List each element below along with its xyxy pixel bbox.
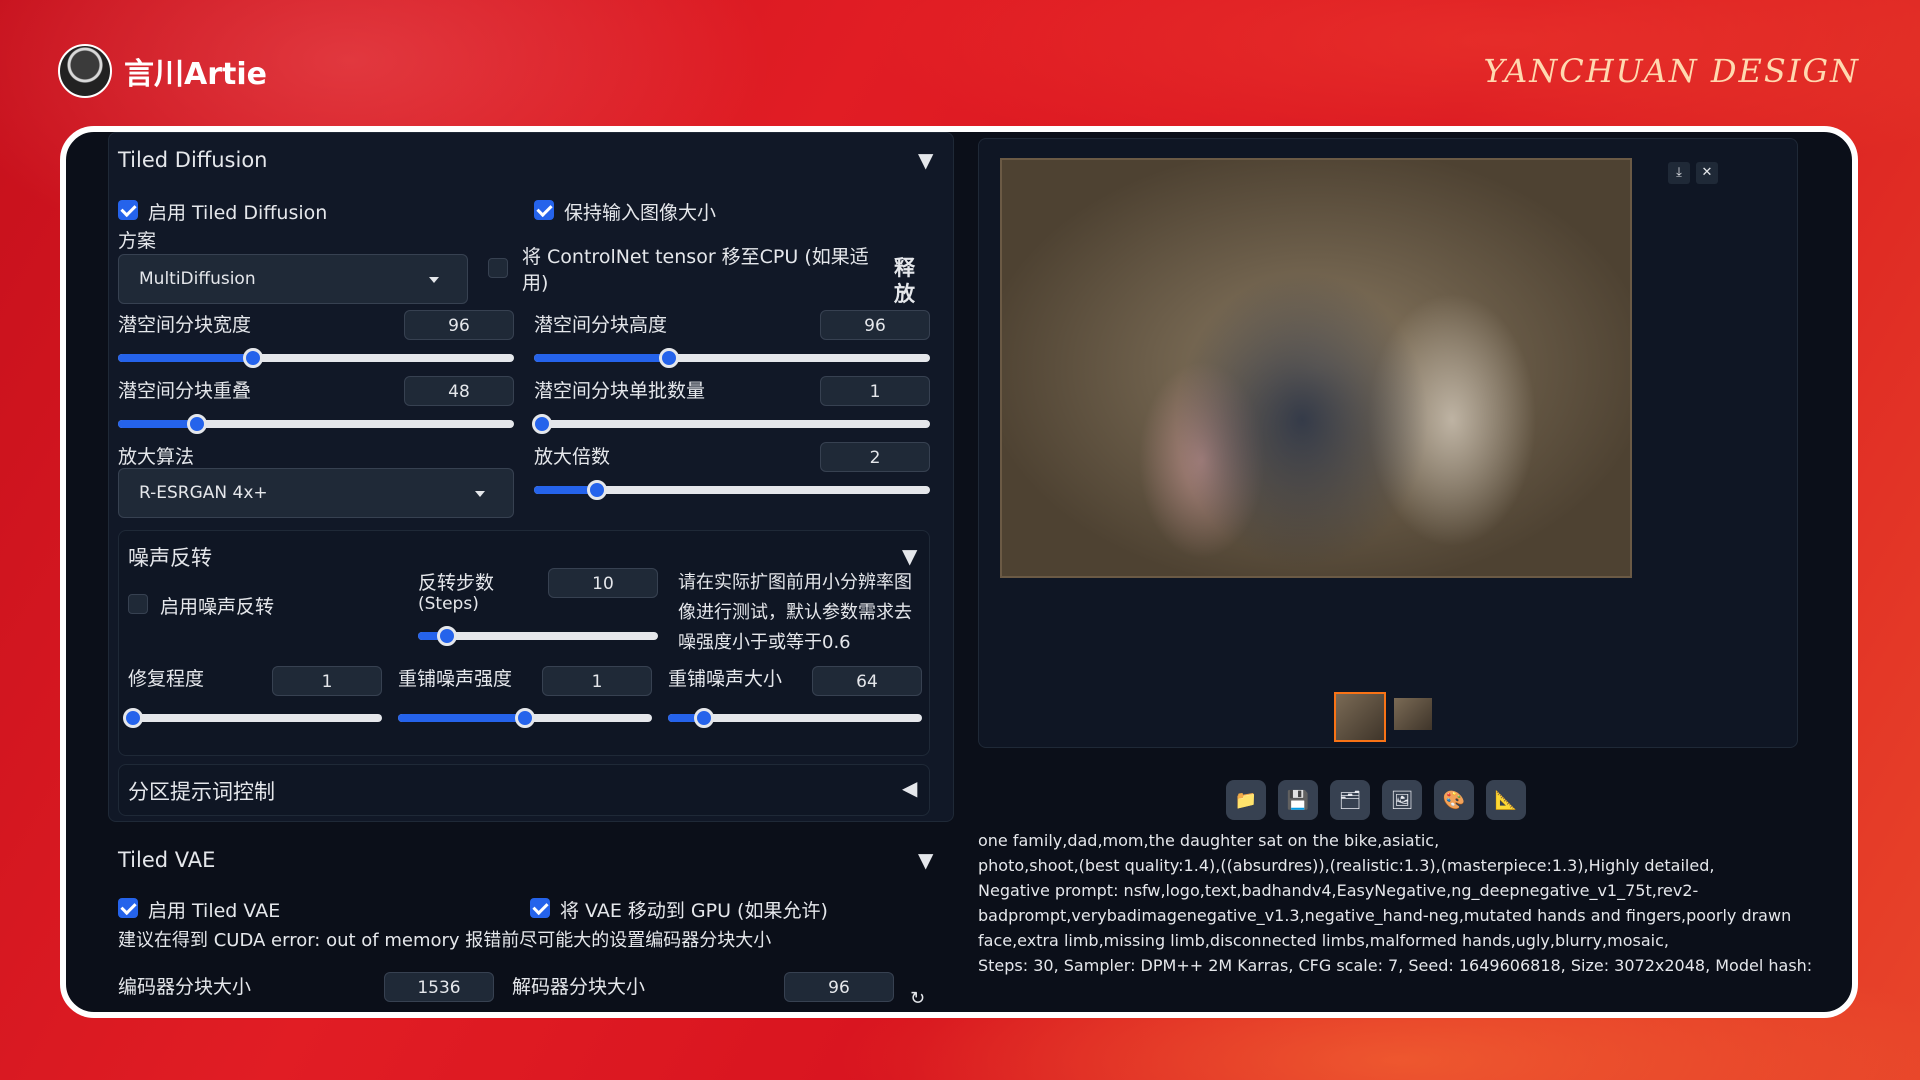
collapse-arrow-icon[interactable]: ▼ bbox=[918, 848, 933, 872]
app-frame: Tiled Diffusion ▼ 启用 Tiled Diffusion 保持输… bbox=[60, 126, 1858, 1018]
upscaler-select[interactable]: R-ESRGAN 4x+ bbox=[118, 468, 514, 518]
tile-height-input[interactable]: 96 bbox=[820, 310, 930, 340]
collapse-arrow-icon[interactable]: ▼ bbox=[902, 544, 917, 568]
move-vae-gpu-label: 将 VAE 移动到 GPU (如果允许) bbox=[560, 900, 828, 922]
keep-input-size-checkbox[interactable] bbox=[534, 200, 554, 220]
gallery-thumbnail-2[interactable] bbox=[1394, 698, 1432, 730]
renoise-size-label: 重铺噪声大小 bbox=[668, 668, 783, 690]
retouch-slider[interactable] bbox=[123, 708, 382, 728]
encoder-size-label: 编码器分块大小 bbox=[118, 976, 252, 998]
renoise-strength-label: 重铺噪声强度 bbox=[398, 668, 513, 690]
palette-icon[interactable]: 🎨 bbox=[1434, 780, 1474, 820]
tile-batch-label: 潜空间分块单批数量 bbox=[534, 380, 706, 402]
generation-info-line: one family,dad,mom,the daughter sat on t… bbox=[978, 831, 1440, 850]
zip-icon[interactable]: 🗂 bbox=[1330, 780, 1370, 820]
retouch-label: 修复程度 bbox=[128, 668, 205, 690]
decoder-size-label: 解码器分块大小 bbox=[512, 976, 646, 998]
output-image[interactable] bbox=[1000, 158, 1632, 578]
renoise-size-input[interactable]: 64 bbox=[812, 666, 922, 696]
generation-info-line: badprompt,verybadimagenegative_v1.3,nega… bbox=[978, 906, 1792, 925]
left-column: Tiled Diffusion ▼ 启用 Tiled Diffusion 保持输… bbox=[108, 132, 960, 1012]
tile-overlap-input[interactable]: 48 bbox=[404, 376, 514, 406]
tile-width-slider[interactable] bbox=[118, 348, 514, 368]
tiled-vae-advice: 建议在得到 CUDA error: out of memory 报错前尽可能大的… bbox=[118, 930, 772, 951]
inversion-steps-slider[interactable] bbox=[418, 626, 658, 646]
save-icon[interactable]: 💾 bbox=[1278, 780, 1318, 820]
release-button-label-2[interactable]: 放 bbox=[894, 278, 915, 308]
inversion-steps-label-line2: (Steps) bbox=[418, 594, 479, 614]
inversion-steps-input[interactable]: 10 bbox=[548, 568, 658, 598]
generation-info: one family,dad,mom,the daughter sat on t… bbox=[978, 828, 1813, 978]
chevron-down-icon bbox=[475, 491, 485, 497]
encoder-size-input[interactable]: 1536 bbox=[384, 972, 494, 1002]
generation-info-line: Steps: 30, Sampler: DPM++ 2M Karras, CFG… bbox=[978, 956, 1813, 975]
chevron-down-icon bbox=[429, 277, 439, 283]
generation-info-line: photo,shoot,(best quality:1.4),((absurdr… bbox=[978, 856, 1715, 875]
tile-width-input[interactable]: 96 bbox=[404, 310, 514, 340]
brand-name: 言川Artie bbox=[124, 57, 267, 92]
method-select[interactable]: MultiDiffusion bbox=[118, 254, 468, 304]
enable-noise-inversion-label: 启用噪声反转 bbox=[160, 596, 275, 618]
scale-label: 放大倍数 bbox=[534, 446, 611, 468]
inversion-hint-line2: 像进行测试，默认参数需求去 bbox=[678, 602, 912, 623]
scale-input[interactable]: 2 bbox=[820, 442, 930, 472]
retouch-input[interactable]: 1 bbox=[272, 666, 382, 696]
renoise-size-slider[interactable] bbox=[668, 708, 922, 728]
move-vae-gpu-checkbox[interactable] bbox=[530, 898, 550, 918]
renoise-strength-slider[interactable] bbox=[398, 708, 652, 728]
tile-width-label: 潜空间分块宽度 bbox=[118, 314, 252, 336]
avatar bbox=[58, 44, 112, 98]
renoise-strength-input[interactable]: 1 bbox=[542, 666, 652, 696]
generation-info-line: Negative prompt: nsfw,logo,text,badhandv… bbox=[978, 881, 1699, 900]
enable-tiled-diffusion-checkbox[interactable] bbox=[118, 200, 138, 220]
tile-height-label: 潜空间分块高度 bbox=[534, 314, 668, 336]
gallery-thumbnail-1[interactable] bbox=[1334, 692, 1386, 742]
method-label: 方案 bbox=[118, 230, 157, 252]
inversion-steps-label-line1: 反转步数 bbox=[418, 572, 495, 594]
download-icon[interactable]: ⤓ bbox=[1668, 162, 1690, 184]
controlnet-cpu-label-line1: 将 ControlNet tensor 移至CPU (如果适 bbox=[522, 246, 869, 268]
generation-info-line: face,extra limb,missing limb,disconnecte… bbox=[978, 931, 1669, 950]
tile-overlap-slider[interactable] bbox=[118, 414, 514, 434]
enable-noise-inversion-checkbox[interactable] bbox=[128, 594, 148, 614]
decoder-size-input[interactable]: 96 bbox=[784, 972, 894, 1002]
tile-batch-slider[interactable] bbox=[531, 414, 930, 434]
controlnet-cpu-label-line2: 用) bbox=[522, 272, 549, 294]
folder-icon[interactable]: 📁 bbox=[1226, 780, 1266, 820]
tile-height-slider[interactable] bbox=[534, 348, 930, 368]
tiled-diffusion-title[interactable]: Tiled Diffusion bbox=[118, 148, 268, 172]
upscaler-select-value: R-ESRGAN 4x+ bbox=[139, 483, 268, 503]
enable-tiled-vae-checkbox[interactable] bbox=[118, 898, 138, 918]
design-watermark: YANCHUAN DESIGN bbox=[1483, 52, 1860, 90]
enable-tiled-vae-label: 启用 Tiled VAE bbox=[148, 900, 281, 922]
collapse-arrow-icon[interactable]: ▼ bbox=[918, 148, 933, 172]
upscaler-label: 放大算法 bbox=[118, 446, 195, 468]
tile-overlap-label: 潜空间分块重叠 bbox=[118, 380, 252, 402]
brand: 言川Artie bbox=[58, 44, 267, 98]
enable-tiled-diffusion-label: 启用 Tiled Diffusion bbox=[148, 202, 328, 224]
inversion-hint-line1: 请在实际扩图前用小分辨率图 bbox=[678, 572, 912, 593]
controlnet-cpu-checkbox[interactable] bbox=[488, 258, 508, 278]
inversion-hint-line3: 噪强度小于或等于0.6 bbox=[678, 632, 851, 653]
scale-slider[interactable] bbox=[534, 480, 930, 500]
image-icon[interactable]: 🖼 bbox=[1382, 780, 1422, 820]
region-prompt-title[interactable]: 分区提示词控制 bbox=[128, 776, 275, 806]
noise-inversion-title[interactable]: 噪声反转 bbox=[128, 542, 212, 572]
ruler-icon[interactable]: 📐 bbox=[1486, 780, 1526, 820]
tiled-vae-title[interactable]: Tiled VAE bbox=[118, 848, 215, 872]
keep-input-size-label: 保持输入图像大小 bbox=[564, 202, 717, 224]
method-select-value: MultiDiffusion bbox=[139, 269, 256, 289]
tile-batch-input[interactable]: 1 bbox=[820, 376, 930, 406]
right-column: ⤓ ✕ 📁 💾 🗂 🖼 🎨 📐 one family,dad,mom,the d… bbox=[978, 138, 1826, 1012]
refresh-icon[interactable]: ↻ bbox=[910, 988, 925, 1009]
close-icon[interactable]: ✕ bbox=[1696, 162, 1718, 184]
expand-arrow-icon[interactable]: ◀ bbox=[902, 776, 917, 800]
